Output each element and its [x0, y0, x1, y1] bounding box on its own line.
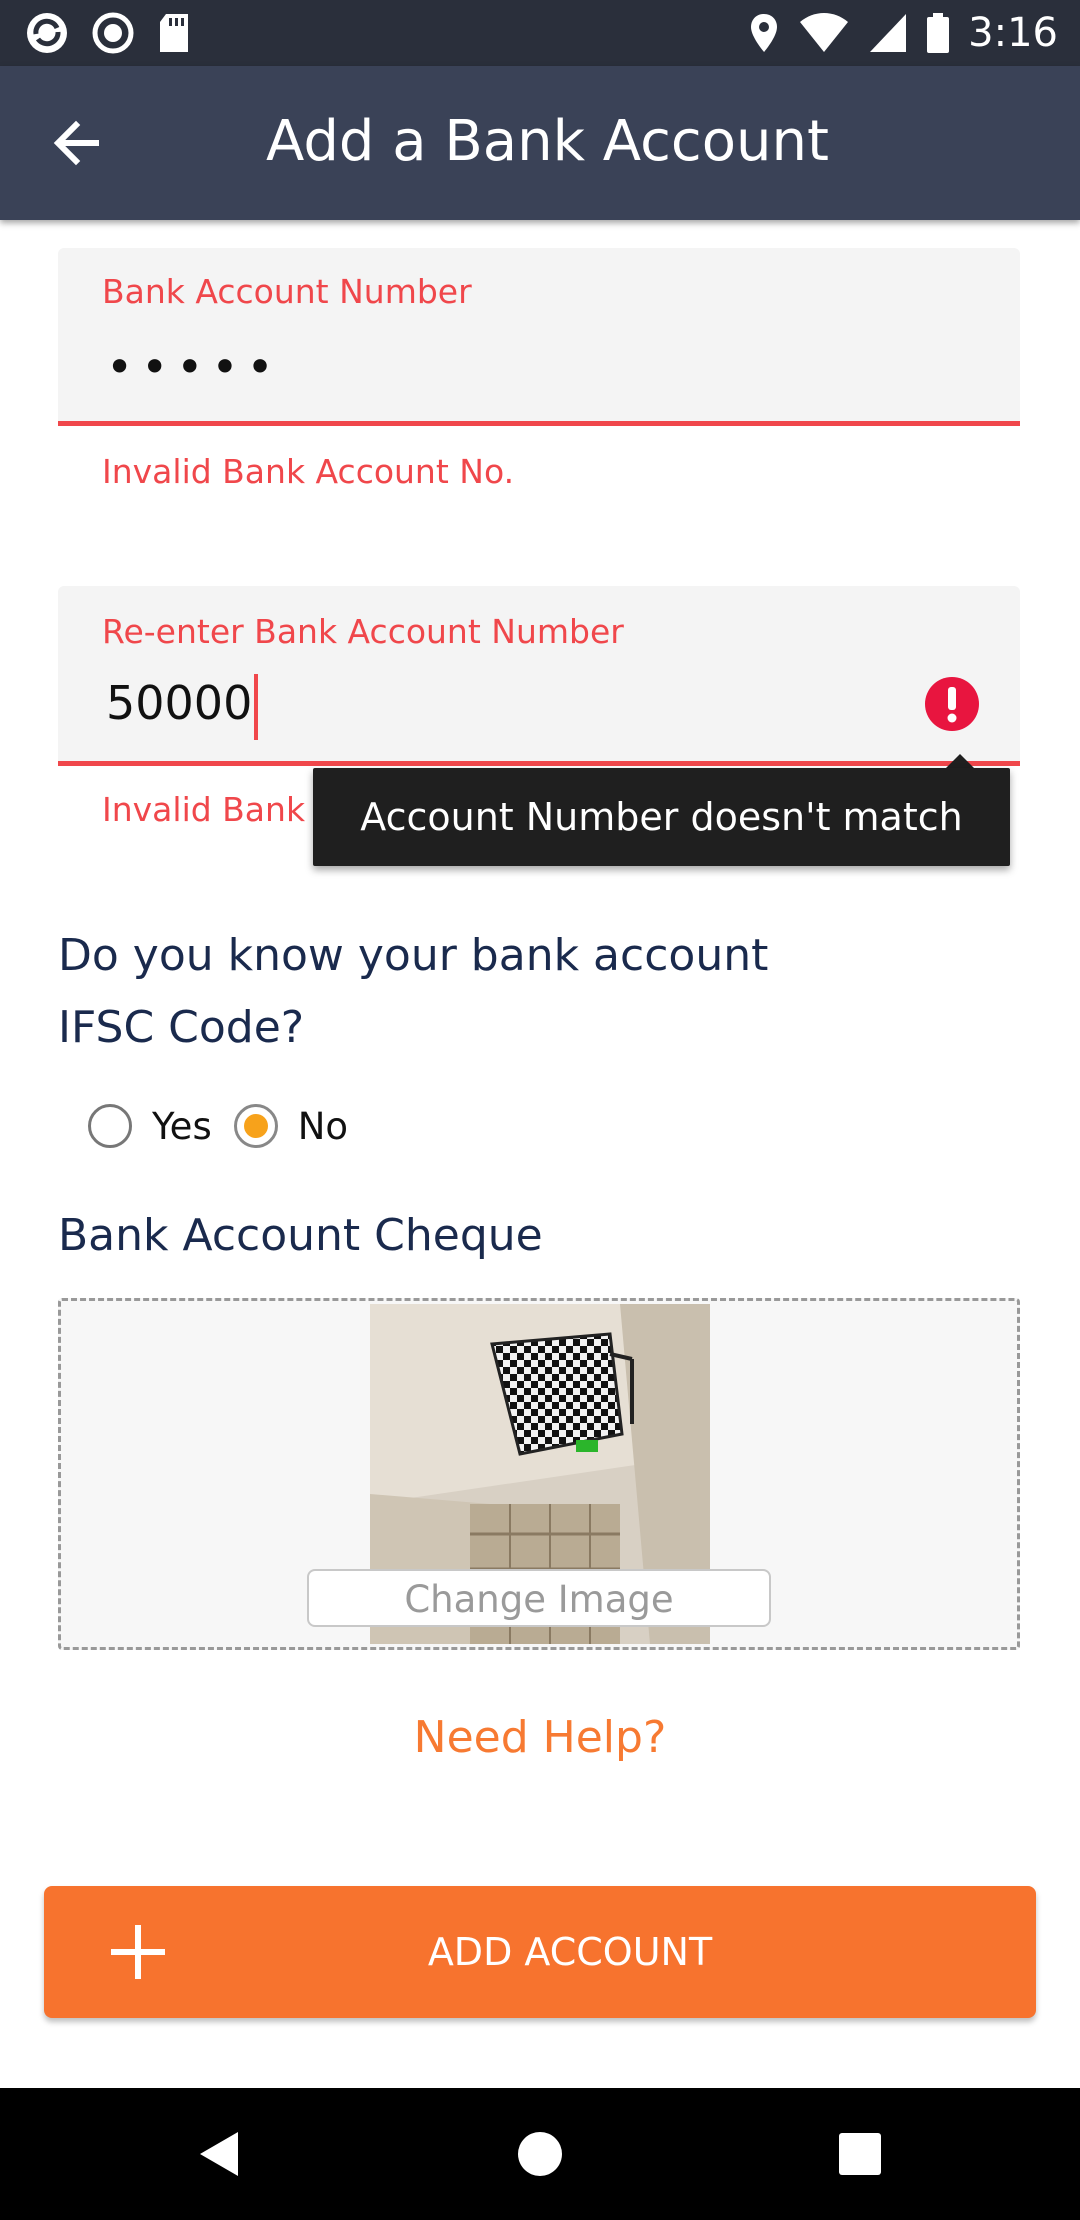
battery-icon [927, 13, 950, 53]
reenter-account-number-input[interactable]: 50000 [106, 670, 259, 740]
reenter-account-number-field[interactable]: Re-enter Bank Account Number 50000 [58, 586, 1020, 766]
bank-account-number-error: Invalid Bank Account No. [102, 452, 515, 491]
ifsc-radio-group: Yes No [88, 1104, 370, 1148]
reenter-account-number-label: Re-enter Bank Account Number [102, 612, 624, 651]
back-arrow-icon[interactable] [46, 112, 108, 174]
nav-home-icon[interactable] [510, 2124, 570, 2184]
ifsc-question: Do you know your bank account IFSC Code? [58, 920, 958, 1064]
ifsc-question-line1: Do you know your bank account [58, 930, 769, 981]
status-bar: 3:16 [0, 0, 1080, 66]
radio-yes[interactable] [88, 1104, 132, 1148]
add-account-button[interactable]: ADD ACCOUNT [44, 1886, 1036, 2018]
add-account-label: ADD ACCOUNT [427, 1930, 713, 1974]
bank-account-number-field[interactable]: Bank Account Number ••••• [58, 248, 1020, 426]
location-icon [751, 14, 778, 52]
status-time: 3:16 [968, 10, 1058, 56]
wifi-icon [800, 13, 849, 52]
need-help-link[interactable]: Need Help? [0, 1712, 1080, 1763]
tooltip-arrow [946, 754, 974, 768]
change-image-button[interactable]: Change Image [307, 1569, 771, 1627]
record-icon [92, 12, 134, 54]
text-caret [254, 673, 259, 740]
sd-card-icon [160, 14, 188, 52]
page-title: Add a Bank Account [266, 109, 829, 174]
system-navigation-bar [0, 2088, 1080, 2220]
nav-back-icon[interactable] [190, 2124, 250, 2184]
radio-yes-label[interactable]: Yes [152, 1105, 212, 1148]
sync-app-icon [27, 13, 67, 53]
reenter-account-number-value: 50000 [106, 676, 253, 730]
error-tooltip: Account Number doesn't match [313, 768, 1010, 866]
error-alert-icon[interactable] [924, 676, 980, 732]
cellular-signal-icon [870, 14, 907, 52]
bank-account-number-input[interactable]: ••••• [106, 340, 282, 394]
app-bar: Add a Bank Account [0, 66, 1080, 220]
nav-recents-icon[interactable] [830, 2124, 890, 2184]
radio-no[interactable] [233, 1104, 278, 1148]
cheque-section-title: Bank Account Cheque [58, 1210, 543, 1261]
bank-account-number-label: Bank Account Number [102, 272, 472, 311]
radio-no-label[interactable]: No [298, 1105, 348, 1148]
ifsc-question-line2: IFSC Code? [58, 1002, 305, 1053]
